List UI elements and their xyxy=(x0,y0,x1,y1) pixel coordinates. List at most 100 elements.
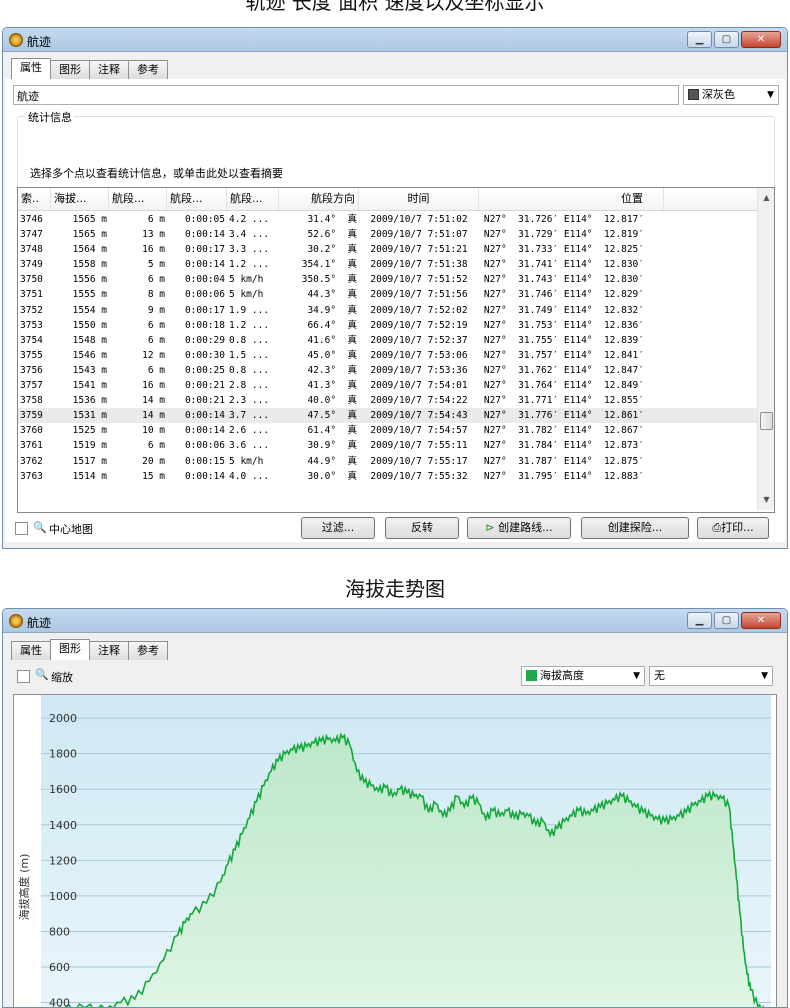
table-cell: 0:00:21 xyxy=(184,380,225,392)
table-cell: 2009/10/7 7:53:36 xyxy=(370,364,468,376)
scroll-thumb[interactable] xyxy=(760,412,773,430)
table-row[interactable]: 3759 1531 m 14 m 0:00:14 3.7 ... 47.5° 真 2009/… xyxy=(18,408,758,424)
minimize-button-2[interactable]: ▁ xyxy=(687,612,712,629)
reverse-button[interactable]: 反转 xyxy=(385,517,459,539)
table-row[interactable]: 3753 1550 m 6 m 0:00:18 1.2 ... 66.4° 真 2009/1… xyxy=(18,318,758,333)
table-row[interactable]: 3758 1536 m 14 m 0:00:21 2.3 ... 40.0° 真 2009/… xyxy=(18,393,758,408)
zoom-label[interactable]: 缩放 xyxy=(51,669,73,685)
table-cell: 3751 xyxy=(20,289,43,301)
table-row[interactable]: 3750 1556 m 6 m 0:00:04 5 km/h 350.5° 真 2009/1… xyxy=(18,272,758,287)
table-row[interactable]: 3752 1554 m 9 m 0:00:17 1.9 ... 34.9° 真 2009/1… xyxy=(18,303,758,318)
col-time[interactable]: 时间 xyxy=(359,188,479,210)
table-row[interactable]: 3749 1558 m 5 m 0:00:14 1.2 ... 354.1° 真 2009/… xyxy=(18,257,758,272)
close-button-2[interactable]: ✕ xyxy=(741,612,781,629)
table-header: 索.. 海拔... 航段... 航段... 航段... 航段方向 时间 位置 xyxy=(18,188,758,211)
table-cell: 6 m xyxy=(147,440,165,452)
table-cell: 2009/10/7 7:52:37 xyxy=(370,334,468,346)
zoom-checkbox[interactable] xyxy=(17,670,30,683)
titlebar-2[interactable]: 航迹 ▁ ▢ ✕ xyxy=(3,609,787,633)
create-route-button[interactable]: ⊳ 创建路线... xyxy=(467,517,571,539)
tab-references[interactable]: 参考 xyxy=(128,60,168,79)
tab-notes[interactable]: 注释 xyxy=(89,60,129,79)
table-cell: 1565 m xyxy=(72,214,107,225)
col-leg-time[interactable]: 航段... xyxy=(167,188,227,210)
table-cell: 2009/10/7 7:53:06 xyxy=(370,349,468,361)
tab-properties[interactable]: 属性 xyxy=(11,58,51,79)
table-cell: 6 m xyxy=(147,214,165,225)
tab-notes-2[interactable]: 注释 xyxy=(89,641,129,660)
track-name-input[interactable]: 航迹 xyxy=(13,85,679,105)
col-leg-length[interactable]: 航段... xyxy=(109,188,167,210)
table-row[interactable]: 3763 1514 m 15 m 0:00:14 4.0 ... 30.0° 真 2009/… xyxy=(18,469,758,484)
table-row[interactable]: 3757 1541 m 16 m 0:00:21 2.8 ... 41.3° 真 2009/… xyxy=(18,378,758,393)
table-cell: 3763 xyxy=(20,470,43,482)
center-map-checkbox[interactable] xyxy=(15,522,28,535)
table-cell: 3.6 ... xyxy=(229,440,270,452)
tab-references-2[interactable]: 参考 xyxy=(128,641,168,660)
print-button[interactable]: ⎙打印... xyxy=(697,517,769,539)
table-cell: 1525 m xyxy=(72,425,107,437)
table-row[interactable]: 3762 1517 m 20 m 0:00:15 5 km/h 44.9° 真 2009/1… xyxy=(18,454,758,469)
minimize-button[interactable]: ▁ xyxy=(687,31,712,48)
caption-top: 轨迹 长度 面积 速度以及坐标显示 xyxy=(245,0,545,14)
table-cell: 34.9° 真 xyxy=(307,304,357,316)
titlebar[interactable]: 航迹 ▁ ▢ ✕ xyxy=(3,28,787,52)
table-cell: 1564 m xyxy=(72,244,107,256)
filter-button[interactable]: 过滤... xyxy=(301,517,375,539)
table-cell: 2009/10/7 7:54:01 xyxy=(370,380,468,392)
center-map-label[interactable]: 中心地图 xyxy=(49,521,93,537)
col-position[interactable]: 位置 xyxy=(479,188,664,210)
table-cell: 14 m xyxy=(142,395,165,407)
table-cell: N27° 31.757′ E114° 12.841′ xyxy=(483,349,644,361)
col-index[interactable]: 索.. xyxy=(18,188,51,210)
table-cell: 1555 m xyxy=(72,289,107,301)
window-title-2: 航迹 xyxy=(27,616,52,630)
table-row[interactable]: 3756 1543 m 6 m 0:00:25 0.8 ... 42.3° 真 2009/1… xyxy=(18,363,758,378)
close-button[interactable]: ✕ xyxy=(741,31,781,48)
table-cell: 1558 m xyxy=(72,259,107,271)
table-cell: 47.5° 真 xyxy=(307,410,357,422)
scroll-up-icon[interactable]: ▲ xyxy=(758,190,774,206)
col-leg-course[interactable]: 航段方向 xyxy=(279,188,359,210)
table-cell: 1517 m xyxy=(72,455,107,467)
table-row[interactable]: 3751 1555 m 8 m 0:00:06 5 km/h 44.3° 真 2009/10… xyxy=(18,287,758,302)
table-cell: 2.8 ... xyxy=(229,380,270,392)
tab-graph-2[interactable]: 图形 xyxy=(50,639,90,660)
table-cell: 8 m xyxy=(147,289,165,301)
table-row[interactable]: 3748 1564 m 16 m 0:00:17 3.3 ... 30.2° 真 2009/… xyxy=(18,242,758,257)
table-row[interactable]: 3760 1525 m 10 m 0:00:14 2.6 ... 61.4° 真 2009/… xyxy=(18,423,758,438)
color-select[interactable]: 深灰色 ▼ xyxy=(683,85,779,105)
maximize-button-2[interactable]: ▢ xyxy=(714,612,739,629)
table-cell: 0:00:15 xyxy=(184,455,225,467)
second-profile-select[interactable]: 无 ▼ xyxy=(649,666,773,686)
table-cell: 6 m xyxy=(147,334,165,346)
tab-graph[interactable]: 图形 xyxy=(50,60,90,79)
create-adventure-button[interactable]: 创建探险... xyxy=(581,517,689,539)
y-tick-label: 1400 xyxy=(49,819,77,832)
table-cell: 5 km/h xyxy=(229,455,264,467)
table-cell: N27° 31.743′ E114° 12.830′ xyxy=(483,274,644,286)
table-row[interactable]: 3746 1565 m 6 m 0:00:05 4.2 ... 31.4° 真 2009/1… xyxy=(18,212,758,227)
maximize-button[interactable]: ▢ xyxy=(714,31,739,48)
table-cell: N27° 31.729′ E114° 12.819′ xyxy=(483,229,644,241)
statistics-hint[interactable]: 选择多个点以查看统计信息，或单击此处以查看摘要 xyxy=(30,165,283,181)
table-cell: 3749 xyxy=(20,259,43,271)
table-cell: 0.8 ... xyxy=(229,334,270,346)
col-leg-speed[interactable]: 航段... xyxy=(227,188,279,210)
table-row[interactable]: 3755 1546 m 12 m 0:00:30 1.5 ... 45.0° 真 2009/… xyxy=(18,348,758,363)
profile-select[interactable]: 海拔高度 ▼ xyxy=(521,666,645,686)
table-row[interactable]: 3754 1548 m 6 m 0:00:29 0.8 ... 41.6° 真 2009/1… xyxy=(18,333,758,348)
table-cell: N27° 31.741′ E114° 12.830′ xyxy=(483,259,644,271)
col-altitude[interactable]: 海拔... xyxy=(51,188,109,210)
table-cell: 3758 xyxy=(20,395,43,407)
scroll-down-icon[interactable]: ▼ xyxy=(758,492,774,508)
table-cell: 2009/10/7 7:51:21 xyxy=(370,244,468,256)
table-row[interactable]: 3761 1519 m 6 m 0:00:06 3.6 ... 30.9° 真 2009/1… xyxy=(18,438,758,453)
table-cell: 31.4° 真 xyxy=(307,214,357,225)
vertical-scrollbar[interactable]: ▲ ▼ xyxy=(757,188,774,510)
tab-properties-2[interactable]: 属性 xyxy=(11,641,51,660)
table-cell: 1554 m xyxy=(72,304,107,316)
table-row[interactable]: 3747 1565 m 13 m 0:00:14 3.4 ... 52.6° 真 2009/… xyxy=(18,227,758,242)
elevation-chart[interactable]: 400 600 800 1000 1200 1400 1600 1800 2000 海拔高度 (… xyxy=(13,694,777,1007)
table-cell: 0:00:14 xyxy=(184,425,225,437)
